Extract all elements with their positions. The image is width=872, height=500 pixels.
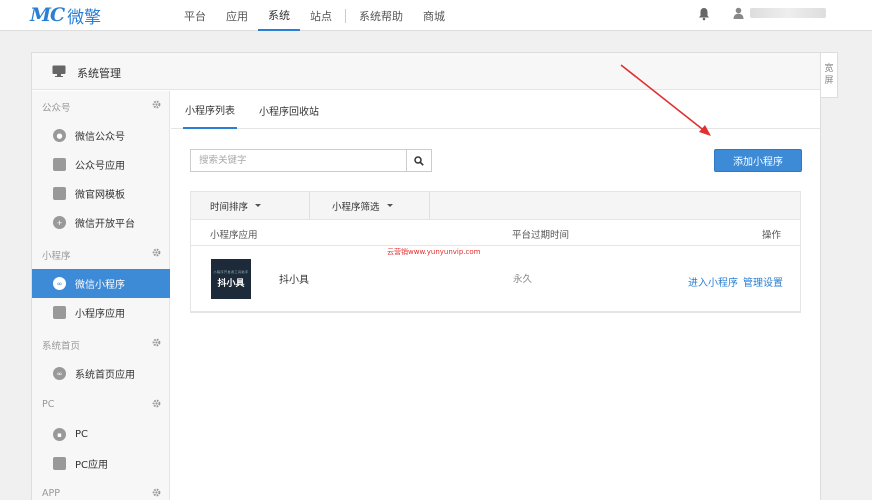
search-icon bbox=[414, 155, 424, 166]
column-header-app: 小程序应用 bbox=[210, 230, 258, 241]
top-navbar: MC 微擎 平台 应用 系统 站点 系统帮助 商城 bbox=[0, 0, 872, 31]
pc-icon: ▪ bbox=[53, 428, 66, 441]
open-platform-icon: + bbox=[53, 216, 66, 229]
template-icon bbox=[53, 187, 66, 200]
filter-divider bbox=[429, 192, 430, 219]
tab-miniprogram-recycle-bin[interactable]: 小程序回收站 bbox=[259, 91, 319, 129]
sidebar-item-pc-apps[interactable]: PC应用 bbox=[32, 449, 170, 478]
nav-item-system[interactable]: 系统 bbox=[258, 0, 300, 31]
widescreen-toggle-label-2: 屏 bbox=[824, 76, 834, 86]
nav-item-help[interactable]: 系统帮助 bbox=[349, 0, 413, 31]
home-app-icon: ∞ bbox=[53, 367, 66, 380]
bell-icon[interactable] bbox=[698, 7, 710, 21]
sidebar-item-miniprogram-apps[interactable]: 小程序应用 bbox=[32, 298, 170, 327]
sidebar-group-official-account: 公众号 bbox=[32, 91, 170, 121]
sort-by-time-dropdown[interactable]: 时间排序 bbox=[210, 192, 262, 219]
sidebar-item-open-platform[interactable]: + 微信开放平台 bbox=[32, 208, 170, 237]
gear-icon[interactable] bbox=[152, 488, 161, 497]
manage-settings-link[interactable]: 管理设置 bbox=[743, 274, 783, 289]
nav-item-sites[interactable]: 站点 bbox=[300, 0, 342, 31]
sidebar-group-system-home: 系统首页 bbox=[32, 329, 170, 359]
miniprogram-filter-dropdown[interactable]: 小程序筛选 bbox=[332, 192, 393, 219]
panel-title: 系统管理 bbox=[77, 67, 121, 80]
sidebar: 公众号 ● 微信公众号 公众号应用 微官网模板 + 微信开放平台 小程序 ∞ 微… bbox=[32, 91, 170, 500]
gear-icon[interactable] bbox=[152, 399, 161, 408]
watermark-text: 云营销www.yunyunvip.com bbox=[387, 248, 481, 256]
search-box bbox=[190, 149, 432, 172]
enter-miniprogram-link[interactable]: 进入小程序 bbox=[688, 274, 738, 289]
table-row: 小程序开发者工具助手 抖小具 抖小具 云营销www.yunyunvip.com … bbox=[191, 247, 800, 312]
caret-down-icon bbox=[386, 204, 393, 207]
sidebar-item-label: PC bbox=[75, 429, 89, 440]
sidebar-item-label: 系统首页应用 bbox=[75, 370, 135, 381]
annotation-arrow bbox=[620, 64, 711, 136]
sidebar-item-wechat-miniprogram[interactable]: ∞ 微信小程序 bbox=[32, 269, 170, 298]
gear-icon[interactable] bbox=[152, 248, 161, 257]
sidebar-item-label: PC应用 bbox=[75, 460, 109, 471]
gear-icon[interactable] bbox=[152, 100, 161, 109]
sidebar-item-label: 微信公众号 bbox=[75, 132, 125, 143]
sidebar-item-label: 微官网模板 bbox=[75, 190, 125, 201]
sidebar-item-label: 公众号应用 bbox=[75, 161, 125, 172]
sidebar-group-pc: PC bbox=[32, 390, 170, 420]
app-thumbnail-text: 抖小具 bbox=[217, 278, 245, 289]
user-icon bbox=[733, 7, 744, 19]
brand-mark: MC bbox=[30, 4, 65, 26]
table-header: 小程序应用 平台过期时间 操作 bbox=[191, 220, 800, 246]
sidebar-group-label: 小程序 bbox=[42, 251, 71, 262]
sidebar-item-system-home-apps[interactable]: ∞ 系统首页应用 bbox=[32, 359, 170, 388]
app-icon bbox=[53, 457, 66, 470]
caret-down-icon bbox=[255, 204, 262, 207]
monitor-icon bbox=[52, 65, 66, 77]
miniprogram-table: 时间排序 小程序筛选 小程序应用 平台过期时间 操作 小程序开发者工具助手 抖小… bbox=[190, 191, 801, 313]
sidebar-group-miniprogram: 小程序 bbox=[32, 239, 170, 269]
sidebar-item-wechat-official[interactable]: ● 微信公众号 bbox=[32, 121, 170, 150]
filter-bar: 时间排序 小程序筛选 bbox=[191, 192, 800, 220]
wechat-icon: ● bbox=[53, 129, 66, 142]
app-icon bbox=[53, 306, 66, 319]
nav-item-store[interactable]: 商城 bbox=[413, 0, 455, 31]
brand-logo[interactable]: MC 微擎 bbox=[30, 3, 102, 28]
column-header-actions: 操作 bbox=[762, 230, 782, 241]
sidebar-group-app: APP bbox=[32, 479, 170, 500]
filter-label: 小程序筛选 bbox=[332, 201, 380, 213]
user-menu[interactable] bbox=[733, 7, 826, 19]
main-nav: 平台 应用 系统 站点 系统帮助 商城 bbox=[174, 0, 455, 31]
user-name-redacted bbox=[750, 8, 826, 18]
miniprogram-icon: ∞ bbox=[53, 277, 66, 290]
tab-miniprogram-list[interactable]: 小程序列表 bbox=[183, 91, 237, 129]
sidebar-item-label: 微信开放平台 bbox=[75, 219, 135, 230]
sidebar-group-label: 公众号 bbox=[42, 103, 71, 114]
widescreen-toggle-label-1: 宽 bbox=[824, 64, 834, 74]
app-thumbnail[interactable]: 小程序开发者工具助手 抖小具 bbox=[211, 259, 251, 299]
sidebar-item-pc[interactable]: ▪ PC bbox=[32, 420, 170, 449]
brand-name: 微擎 bbox=[67, 7, 102, 28]
filter-divider bbox=[309, 192, 310, 219]
content-tabs: 小程序列表 小程序回收站 bbox=[171, 91, 820, 129]
app-thumbnail-subtext: 小程序开发者工具助手 bbox=[213, 269, 249, 274]
sidebar-group-label: 系统首页 bbox=[42, 341, 81, 352]
widescreen-toggle[interactable]: 宽 屏 bbox=[821, 52, 838, 98]
sidebar-group-label: APP bbox=[42, 488, 60, 499]
expire-time: 永久 bbox=[513, 274, 533, 285]
search-input[interactable] bbox=[191, 150, 407, 171]
add-miniprogram-button[interactable]: 添加小程序 bbox=[714, 149, 802, 172]
app-icon bbox=[53, 158, 66, 171]
sidebar-item-official-apps[interactable]: 公众号应用 bbox=[32, 150, 170, 179]
sidebar-item-label: 小程序应用 bbox=[75, 309, 125, 320]
sidebar-item-label: 微信小程序 bbox=[75, 280, 125, 291]
nav-item-apps[interactable]: 应用 bbox=[216, 0, 258, 31]
app-name: 抖小具 bbox=[279, 275, 309, 286]
column-header-expire: 平台过期时间 bbox=[512, 230, 570, 241]
gear-icon[interactable] bbox=[152, 338, 161, 347]
filter-label: 时间排序 bbox=[210, 201, 249, 213]
search-button[interactable] bbox=[406, 150, 431, 171]
nav-item-platform[interactable]: 平台 bbox=[174, 0, 216, 31]
row-divider bbox=[191, 311, 800, 312]
nav-divider bbox=[345, 9, 346, 23]
sidebar-item-site-templates[interactable]: 微官网模板 bbox=[32, 179, 170, 208]
sidebar-group-label: PC bbox=[42, 399, 55, 410]
